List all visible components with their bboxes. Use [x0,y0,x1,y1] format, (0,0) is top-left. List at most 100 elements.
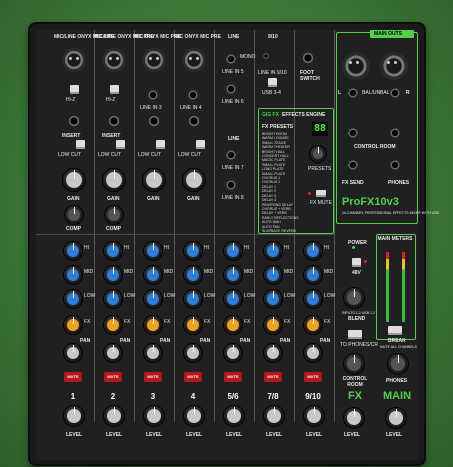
ch2-mid-knob[interactable] [104,266,122,284]
ch2-hi-knob[interactable] [104,242,122,260]
ch4-fx-knob[interactable] [184,316,202,334]
ch3-mute-button[interactable]: MUTE [144,372,162,382]
ch7-mute-button[interactable]: MUTE [304,372,322,382]
ch1-mute-button[interactable]: MUTE [64,372,82,382]
ch2-pan-knob[interactable] [104,344,122,362]
ch7-hi-knob[interactable] [304,242,322,260]
ch5-pan-knob[interactable] [224,344,242,362]
ch5-level-knob[interactable] [224,406,244,426]
control-room-right-jack[interactable] [388,126,402,140]
ch3-mid-knob[interactable] [144,266,162,284]
usb-switch[interactable] [268,78,277,87]
ch6-mute-button[interactable]: MUTE [264,372,282,382]
to-phones-button[interactable] [348,330,362,339]
ch1-low-knob[interactable] [64,290,82,308]
ch6-pan-knob[interactable] [264,344,282,362]
ch2-comp-knob[interactable] [105,206,123,224]
ch7-low-knob[interactable] [304,290,322,308]
ch2-mute-button[interactable]: MUTE [104,372,122,382]
control-room-left-jack[interactable] [346,126,360,140]
ch3-level-knob[interactable] [144,406,164,426]
ch4-lowcut-switch[interactable] [196,140,205,149]
ch2-hiz-switch[interactable] [110,85,119,94]
ch4-level-knob[interactable] [184,406,204,426]
ch7-mid-knob[interactable] [304,266,322,284]
ch5-low-knob[interactable] [224,290,242,308]
ch3-fx-knob[interactable] [144,316,162,334]
ch2-xlr-combo-jack[interactable] [102,48,126,72]
ch6-level-knob[interactable] [264,406,284,426]
comp-label: COMP [66,226,81,232]
ch4-mid-knob[interactable] [184,266,202,284]
phones-knob[interactable] [388,354,408,374]
ch5-mute-button[interactable]: MUTE [224,372,242,382]
ch4-pan-knob[interactable] [184,344,202,362]
break-button[interactable] [388,326,402,335]
ch2-insert-jack[interactable] [106,113,122,129]
ch56-line-in5-jack[interactable] [224,52,238,66]
main-level-knob[interactable] [386,408,406,428]
ch6-fx-knob[interactable] [264,316,282,334]
ch7-fx-knob[interactable] [304,316,322,334]
ch4-hi-knob[interactable] [184,242,202,260]
fx-send-jack[interactable] [346,158,360,172]
ch3-insert-jack[interactable] [146,113,162,129]
fx-level-knob[interactable] [344,408,364,428]
phantom-switch[interactable] [352,258,361,267]
ch2-lowcut-switch[interactable] [116,140,125,149]
ch4-mute-button[interactable]: MUTE [184,372,202,382]
ch6-mid-knob[interactable] [264,266,282,284]
ch3-level-label: LEVEL [146,432,163,438]
main-out-right-trs[interactable] [388,86,402,100]
ch7-pan-knob[interactable] [304,344,322,362]
ch1-mid-knob[interactable] [64,266,82,284]
ch3-gain-knob[interactable] [143,169,165,191]
ch6-hi-knob[interactable] [264,242,282,260]
ch1-level-knob[interactable] [64,406,84,426]
ch3-lowcut-switch[interactable] [156,140,165,149]
ch3-low-knob[interactable] [144,290,162,308]
blend-knob[interactable] [344,288,364,308]
ch3-hi-knob[interactable] [144,242,162,260]
phones-jack[interactable] [388,158,402,172]
ch5-hi-knob[interactable] [224,242,242,260]
ch78-line-in7-jack[interactable] [224,148,238,162]
ch2-gain-knob[interactable] [103,169,125,191]
ch1-comp-knob[interactable] [65,206,83,224]
ch1-fx-knob[interactable] [64,316,82,334]
fx-presets-knob[interactable] [310,146,326,162]
foot-switch-jack[interactable] [300,50,316,66]
main-out-left-trs[interactable] [346,86,360,100]
control-room-knob[interactable] [344,354,364,374]
ch6-low-knob[interactable] [264,290,282,308]
ch4-xlr-jack[interactable] [182,48,206,72]
main-out-right-xlr[interactable] [380,52,408,80]
ch2-fx-knob[interactable] [104,316,122,334]
ch1-lowcut-switch[interactable] [76,140,85,149]
ch910-mini-jack[interactable] [262,52,270,60]
fx-mute-button[interactable] [316,190,326,197]
ch1-xlr-combo-jack[interactable] [62,48,86,72]
ch5-hi-label: HI [244,245,249,251]
ch7-level-knob[interactable] [304,406,324,426]
ch4-insert-jack[interactable] [186,113,202,129]
ch1-hi-knob[interactable] [64,242,82,260]
ch1-gain-knob[interactable] [63,169,85,191]
main-out-left-xlr[interactable] [342,52,370,80]
power-label: POWER [348,240,367,246]
ch1-insert-jack[interactable] [66,113,82,129]
ch3-line-jack[interactable] [146,88,160,102]
ch78-line-in8-jack[interactable] [224,178,238,192]
ch4-line-jack[interactable] [186,88,200,102]
ch2-low-knob[interactable] [104,290,122,308]
ch4-gain-knob[interactable] [183,169,205,191]
ch3-pan-knob[interactable] [144,344,162,362]
ch56-line-in6-jack[interactable] [224,82,238,96]
ch1-pan-knob[interactable] [64,344,82,362]
ch3-xlr-jack[interactable] [142,48,166,72]
ch5-mid-knob[interactable] [224,266,242,284]
ch5-fx-knob[interactable] [224,316,242,334]
ch2-level-knob[interactable] [104,406,124,426]
ch1-hiz-switch[interactable] [70,85,79,94]
ch4-low-knob[interactable] [184,290,202,308]
